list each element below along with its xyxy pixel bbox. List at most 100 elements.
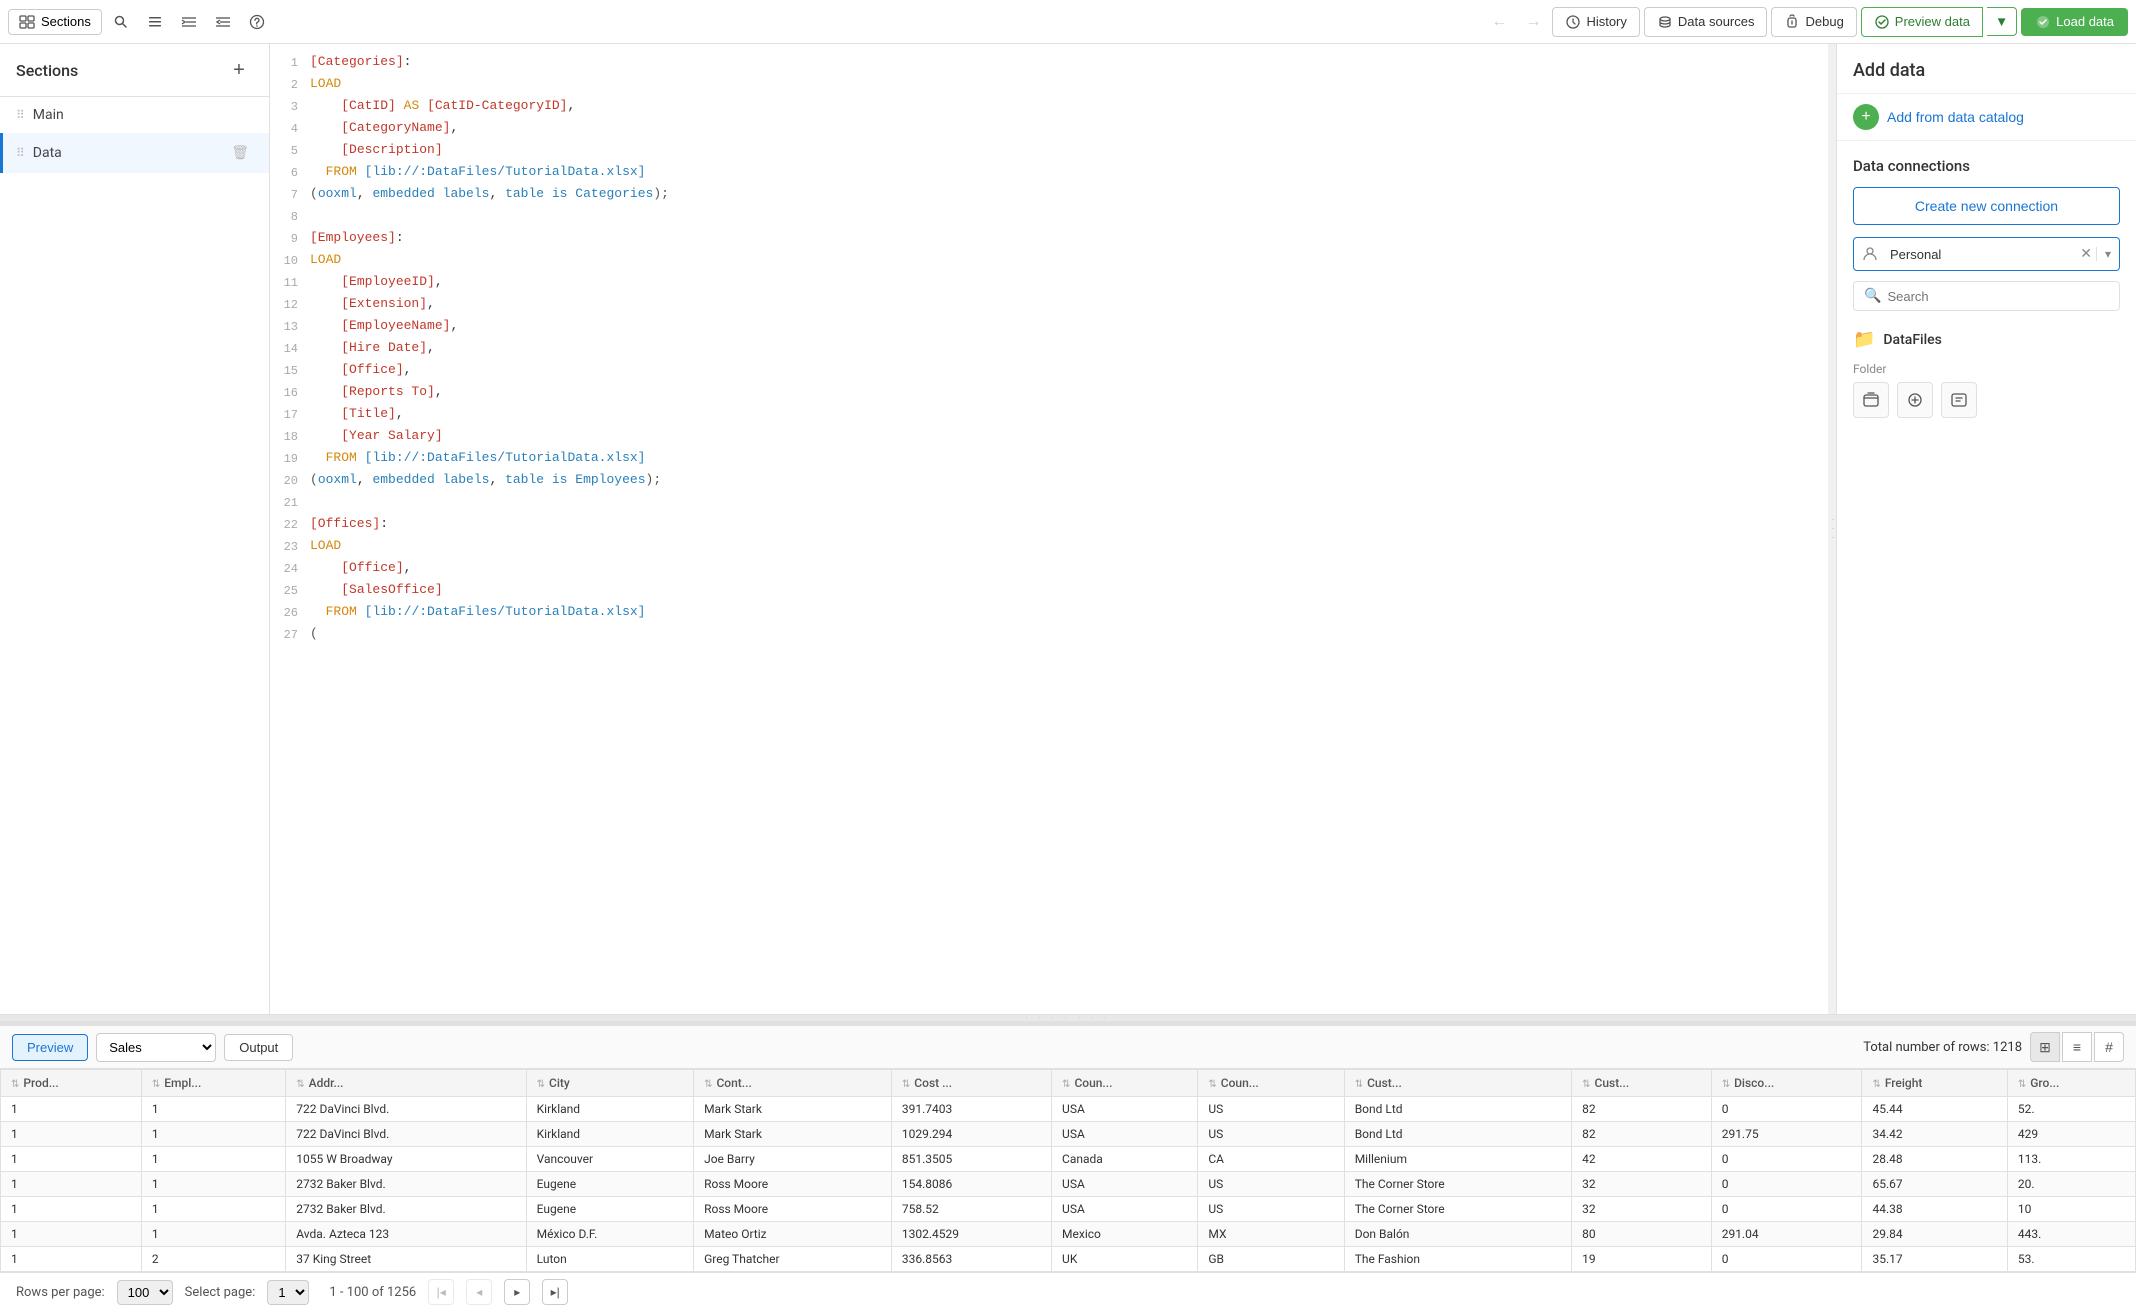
indent-less-icon-btn[interactable]: [208, 7, 238, 37]
sidebar-item-data[interactable]: ⠿ Data 🗑: [0, 133, 269, 173]
table-row: 112732 Baker Blvd.EugeneRoss Moore758.52…: [1, 1197, 2136, 1222]
main-area: Sections + ⠿ Main ⠿ Data 🗑 1 [Categories…: [0, 44, 2136, 1014]
help-icon-btn[interactable]: [242, 7, 272, 37]
view-icons: ⊞ ≡ #: [2030, 1032, 2124, 1062]
pagination-bar: Rows per page: 100 50 25 Select page: 1 …: [0, 1272, 2136, 1311]
left-sidebar: Sections + ⠿ Main ⠿ Data 🗑: [0, 44, 270, 1014]
data-connections-title: Data connections: [1853, 157, 2120, 175]
code-line: 18 [Year Salary]: [270, 426, 1828, 448]
personal-filter-input[interactable]: [1886, 241, 2076, 268]
editor-resize-handle[interactable]: · · · · · · ·: [0, 1014, 2136, 1022]
first-page-button[interactable]: |◂: [428, 1279, 454, 1305]
col-header-cost[interactable]: ⇅Cost ...: [891, 1070, 1051, 1097]
sidebar-item-label-main: Main: [33, 107, 253, 123]
table-row: 1237 King StreetLutonGreg Thatcher336.85…: [1, 1247, 2136, 1272]
col-header-prod[interactable]: ⇅Prod...: [1, 1070, 142, 1097]
indent-more-icon-btn[interactable]: [174, 7, 204, 37]
personal-clear-button[interactable]: ✕: [2076, 246, 2096, 262]
dataset-select[interactable]: Sales: [96, 1033, 216, 1062]
col-header-cust1[interactable]: ⇅Cust...: [1344, 1070, 1571, 1097]
table-row: 11722 DaVinci Blvd.KirklandMark Stark102…: [1, 1122, 2136, 1147]
data-table-wrapper[interactable]: ⇅Prod... ⇅Empl... ⇅Addr... ⇅City ⇅Cont..…: [0, 1069, 2136, 1272]
code-line: 24 [Office],: [270, 558, 1828, 580]
folder-action-btn-2[interactable]: [1897, 382, 1933, 418]
page-select[interactable]: 1: [267, 1280, 309, 1305]
next-page-button[interactable]: ▸: [504, 1279, 530, 1305]
vertical-resize-handle[interactable]: · · ·: [1828, 44, 1836, 1014]
select-page-label: Select page:: [185, 1285, 256, 1300]
code-line: 14 [Hire Date],: [270, 338, 1828, 360]
folder-icons-row: [1853, 382, 2120, 418]
load-data-button[interactable]: Load data: [2021, 8, 2128, 36]
sidebar-item-main[interactable]: ⠿ Main: [0, 97, 269, 133]
col-header-freight[interactable]: ⇅Freight: [1862, 1070, 2007, 1097]
add-data-title: Add data: [1853, 60, 2120, 81]
col-header-coun1[interactable]: ⇅Coun...: [1052, 1070, 1198, 1097]
preview-data-caret[interactable]: ▼: [1987, 7, 2017, 36]
create-connection-button[interactable]: Create new connection: [1853, 187, 2120, 225]
right-panel-header: Add data: [1837, 44, 2136, 94]
col-header-cust2[interactable]: ⇅Cust...: [1572, 1070, 1712, 1097]
sections-button[interactable]: Sections: [8, 9, 102, 35]
output-button[interactable]: Output: [224, 1034, 293, 1061]
data-sources-button[interactable]: Data sources: [1644, 7, 1768, 37]
table-row: 112732 Baker Blvd.EugeneRoss Moore154.80…: [1, 1172, 2136, 1197]
last-page-button[interactable]: ▸|: [542, 1279, 568, 1305]
code-line: 5 [Description]: [270, 140, 1828, 162]
redo-button[interactable]: →: [1518, 7, 1548, 37]
search-icon-btn[interactable]: [106, 7, 136, 37]
datafiles-label: DataFiles: [1883, 332, 1941, 348]
personal-caret-button[interactable]: ▾: [2096, 247, 2119, 261]
rows-per-page-select[interactable]: 100 50 25: [117, 1280, 173, 1305]
code-line: 26 FROM [lib://:DataFiles/TutorialData.x…: [270, 602, 1828, 624]
col-header-empl[interactable]: ⇅Empl...: [141, 1070, 285, 1097]
col-header-city[interactable]: ⇅City: [526, 1070, 693, 1097]
code-line: 3 [CatID] AS [CatID-CategoryID],: [270, 96, 1828, 118]
code-line: 7 (ooxml, embedded labels, table is Cate…: [270, 184, 1828, 206]
col-header-gro[interactable]: ⇅Gro...: [2007, 1070, 2135, 1097]
preview-data-button[interactable]: Preview data: [1861, 7, 1983, 37]
data-table: ⇅Prod... ⇅Empl... ⇅Addr... ⇅City ⇅Cont..…: [0, 1069, 2136, 1272]
history-button[interactable]: History: [1552, 7, 1639, 37]
table-row: 11722 DaVinci Blvd.KirklandMark Stark391…: [1, 1097, 2136, 1122]
code-line: 6 FROM [lib://:DataFiles/TutorialData.xl…: [270, 162, 1828, 184]
chart-view-button[interactable]: #: [2094, 1032, 2124, 1062]
data-connections-section: Data connections Create new connection ✕…: [1837, 141, 2136, 426]
undo-button[interactable]: ←: [1484, 7, 1514, 37]
col-header-addr[interactable]: ⇅Addr...: [286, 1070, 526, 1097]
folder-action-btn-1[interactable]: [1853, 382, 1889, 418]
delete-section-button[interactable]: 🗑: [227, 143, 253, 163]
code-line: 13 [EmployeeName],: [270, 316, 1828, 338]
total-rows-label: Total number of rows: 1218: [1863, 1040, 2022, 1055]
code-line: 21: [270, 492, 1828, 514]
code-line: 8: [270, 206, 1828, 228]
lines-icon-btn[interactable]: [140, 7, 170, 37]
prev-page-button[interactable]: ◂: [466, 1279, 492, 1305]
grid-view-button[interactable]: ⊞: [2030, 1032, 2060, 1062]
code-editor[interactable]: 1 [Categories]: 2 LOAD 3 [CatID] AS [Cat…: [270, 44, 1828, 1014]
datafiles-item[interactable]: 📁 DataFiles: [1853, 321, 2120, 358]
code-line: 15 [Office],: [270, 360, 1828, 382]
col-header-coun2[interactable]: ⇅Coun...: [1198, 1070, 1344, 1097]
col-header-disco[interactable]: ⇅Disco...: [1711, 1070, 1862, 1097]
code-line: 20 (ooxml, embedded labels, table is Emp…: [270, 470, 1828, 492]
code-line: 23 LOAD: [270, 536, 1828, 558]
code-line: 12 [Extension],: [270, 294, 1828, 316]
code-line: 17 [Title],: [270, 404, 1828, 426]
code-line: 27 (: [270, 624, 1828, 646]
sections-icon: [19, 14, 35, 30]
search-input[interactable]: [1887, 289, 2109, 304]
bottom-toolbar: Preview Sales Output Total number of row…: [0, 1026, 2136, 1069]
preview-button[interactable]: Preview: [12, 1034, 88, 1061]
col-header-cont[interactable]: ⇅Cont...: [694, 1070, 892, 1097]
sidebar-add-button[interactable]: +: [225, 56, 253, 84]
list-view-button[interactable]: ≡: [2062, 1032, 2092, 1062]
add-from-catalog-button[interactable]: + Add from data catalog: [1837, 94, 2136, 141]
folder-action-btn-3[interactable]: [1941, 382, 1977, 418]
code-line: 16 [Reports To],: [270, 382, 1828, 404]
code-line: 11 [EmployeeID],: [270, 272, 1828, 294]
code-line: 25 [SalesOffice]: [270, 580, 1828, 602]
code-line: 9 [Employees]:: [270, 228, 1828, 250]
code-line: 10 LOAD: [270, 250, 1828, 272]
debug-button[interactable]: Debug: [1771, 7, 1856, 37]
